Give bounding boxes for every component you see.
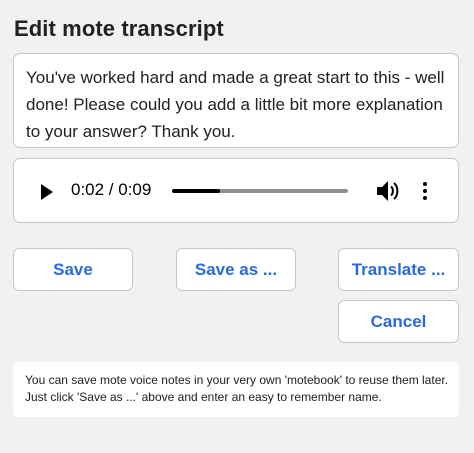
play-icon[interactable] xyxy=(41,184,53,200)
time-display: 0:02 / 0:09 xyxy=(71,180,152,199)
progress-slider[interactable] xyxy=(172,189,348,193)
cancel-button[interactable]: Cancel xyxy=(338,300,459,343)
help-line-1: You can save mote voice notes in your ve… xyxy=(25,373,449,387)
translate-button[interactable]: Translate ... xyxy=(338,248,459,291)
progress-fill xyxy=(172,189,220,193)
transcript-textarea[interactable]: You've worked hard and made a great star… xyxy=(13,53,459,148)
help-note: You can save mote voice notes in your ve… xyxy=(13,362,459,417)
more-vert-icon[interactable] xyxy=(421,181,429,201)
help-line-2: Just click 'Save as ...' above and enter… xyxy=(25,390,382,404)
audio-player: 0:02 / 0:09 xyxy=(13,158,459,223)
edit-transcript-dialog: Edit mote transcript You've worked hard … xyxy=(0,0,474,453)
save-as-button[interactable]: Save as ... xyxy=(176,248,296,291)
dialog-title: Edit mote transcript xyxy=(14,16,224,41)
volume-icon[interactable] xyxy=(376,180,400,202)
save-button[interactable]: Save xyxy=(13,248,133,291)
